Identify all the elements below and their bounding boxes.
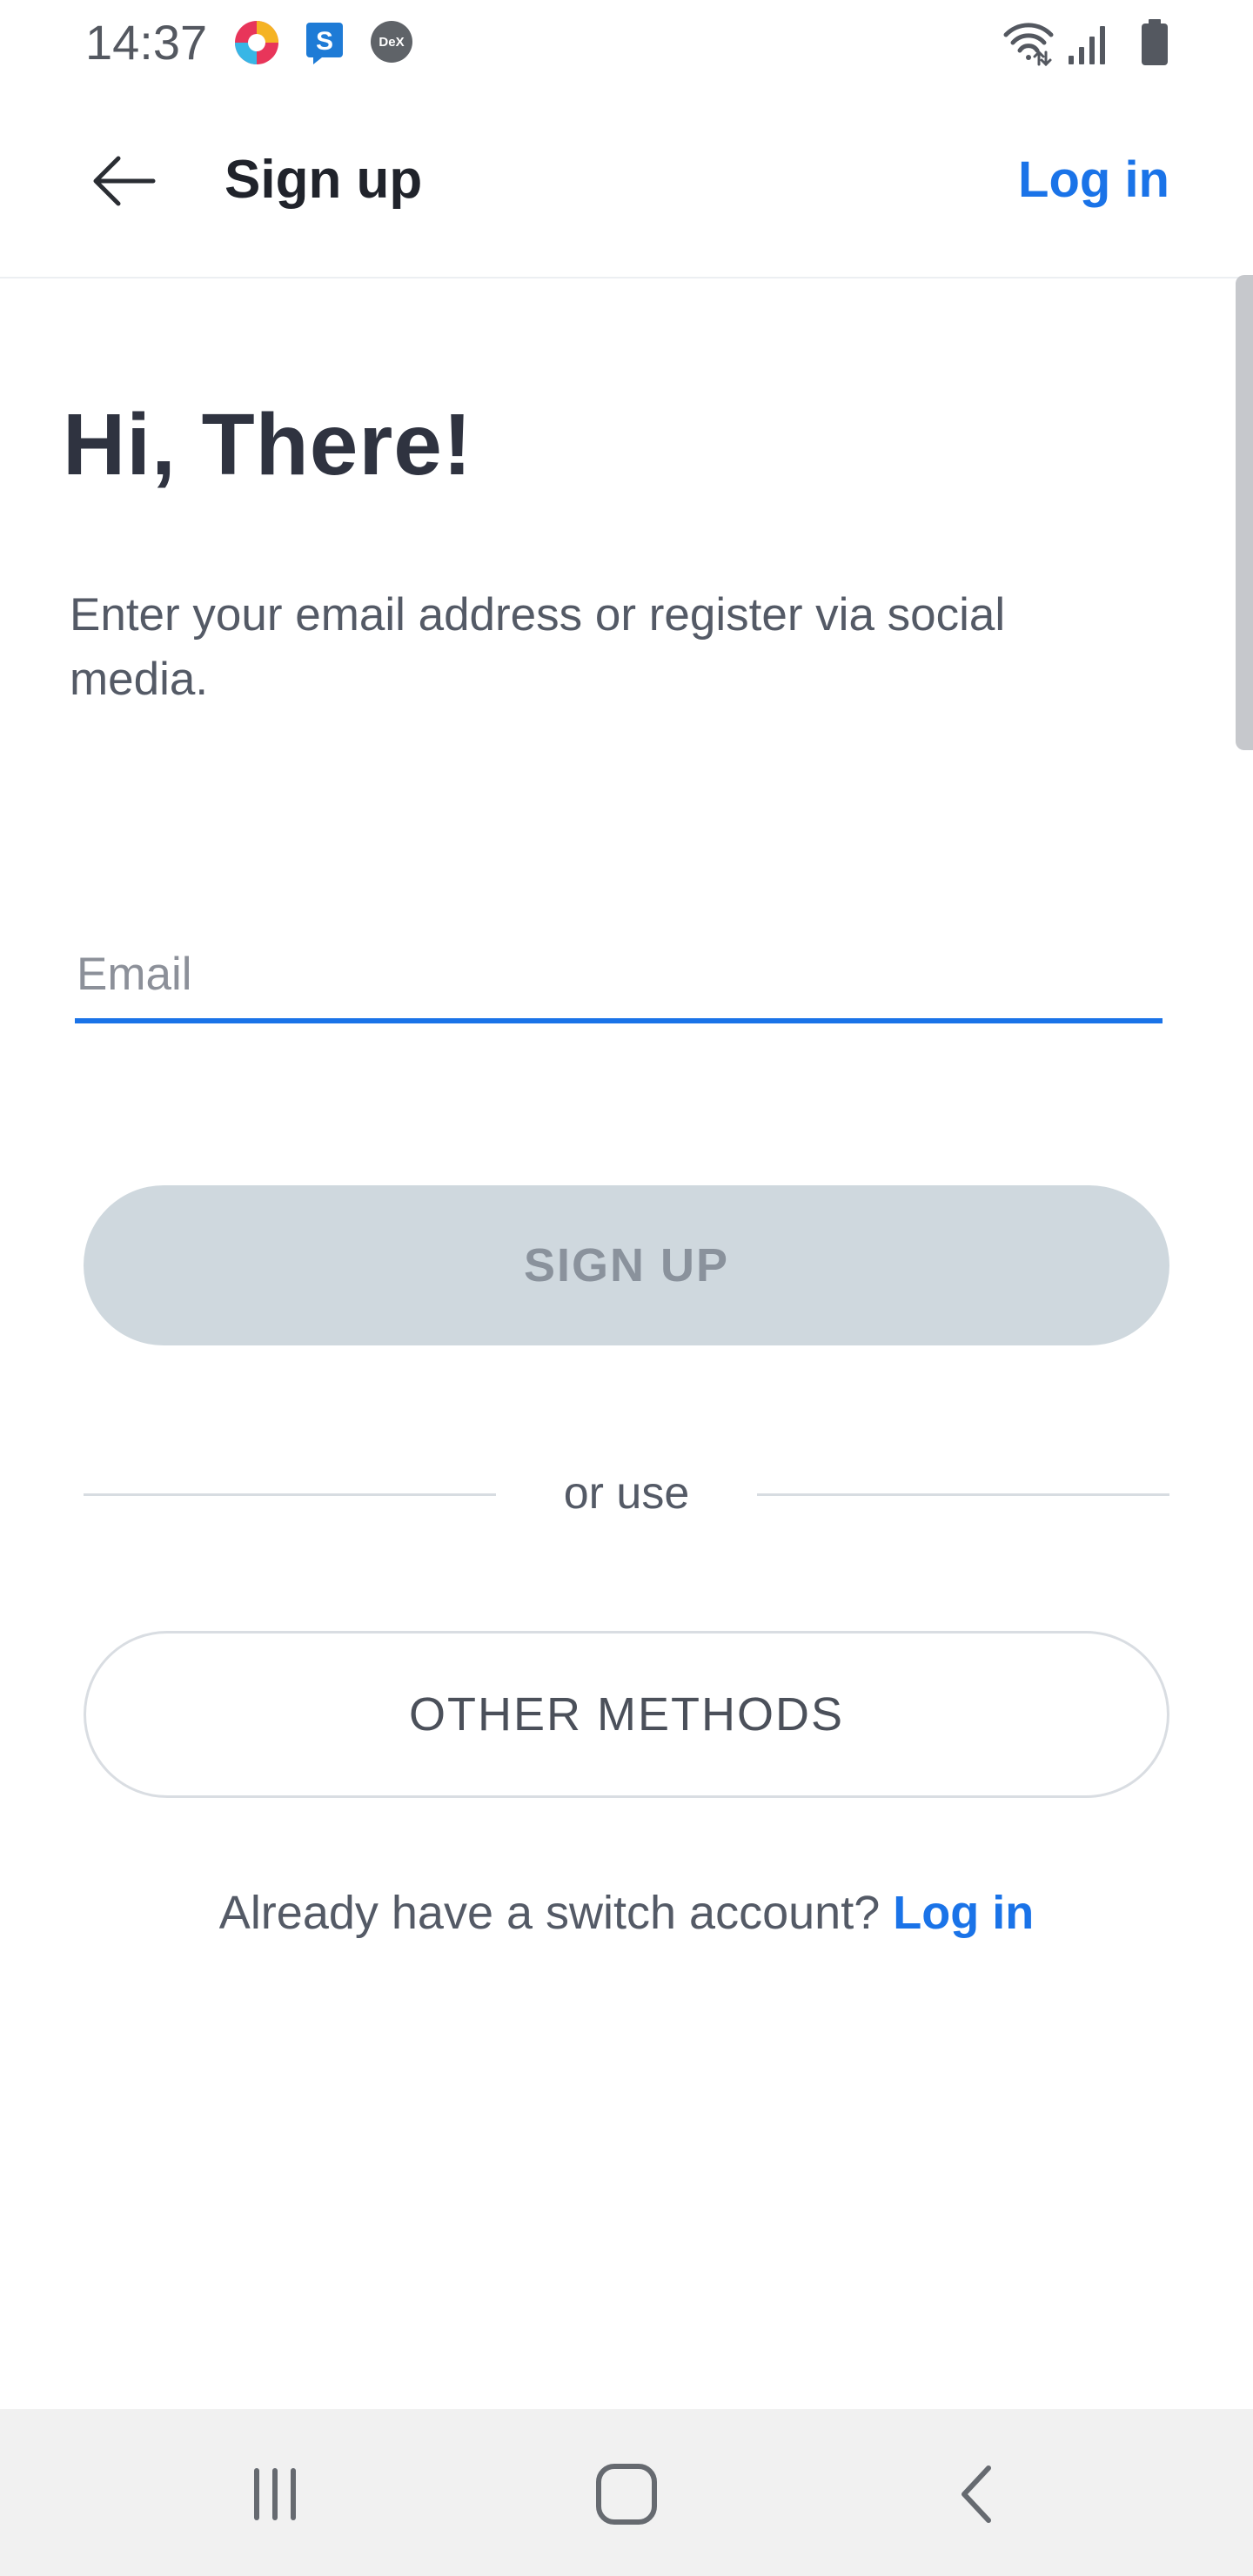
dex-label: DeX	[379, 35, 404, 50]
sign-up-button[interactable]: SIGN UP	[84, 1185, 1169, 1345]
svg-text:S: S	[316, 27, 333, 56]
divider-line-left	[84, 1493, 496, 1496]
s-app-icon: S	[303, 19, 350, 66]
header-login-link[interactable]: Log in	[1018, 146, 1169, 214]
divider-text: or use	[563, 1468, 690, 1519]
navigation-bar	[0, 2409, 1253, 2576]
login-link[interactable]: Log in	[893, 1887, 1034, 1939]
dex-icon: DeX	[369, 19, 416, 66]
greeting-heading: Hi, There!	[63, 396, 473, 493]
page-title: Sign up	[224, 150, 423, 210]
recents-button[interactable]	[223, 2442, 327, 2546]
instructions-text: Enter your email address or register via…	[70, 589, 1006, 705]
login-prompt-text: Already have a switch account?	[218, 1887, 881, 1939]
arrow-left-icon	[93, 156, 156, 206]
back-icon	[962, 2465, 991, 2523]
home-icon	[596, 2464, 657, 2525]
signal-icon	[1069, 26, 1105, 64]
email-field[interactable]	[75, 929, 1163, 1023]
wifi-icon	[1003, 23, 1054, 67]
divider-line-right	[757, 1493, 1169, 1496]
back-button[interactable]	[82, 139, 165, 223]
status-bar: 14:37 S DeX	[0, 0, 1253, 85]
other-methods-button[interactable]: OTHER METHODS	[84, 1631, 1169, 1798]
chrome-like-icon	[233, 19, 280, 66]
scrollbar[interactable]	[1236, 275, 1253, 750]
system-status-icons	[1001, 17, 1175, 68]
recents-icon	[254, 2468, 296, 2520]
battery-icon	[1142, 19, 1168, 65]
system-back-button[interactable]	[924, 2442, 1029, 2546]
status-time: 14:37	[85, 15, 208, 70]
login-prompt: Already have a switch account? Log in	[0, 1878, 1253, 1948]
app-bar: Sign up Log in	[0, 85, 1253, 278]
home-button[interactable]	[574, 2442, 679, 2546]
